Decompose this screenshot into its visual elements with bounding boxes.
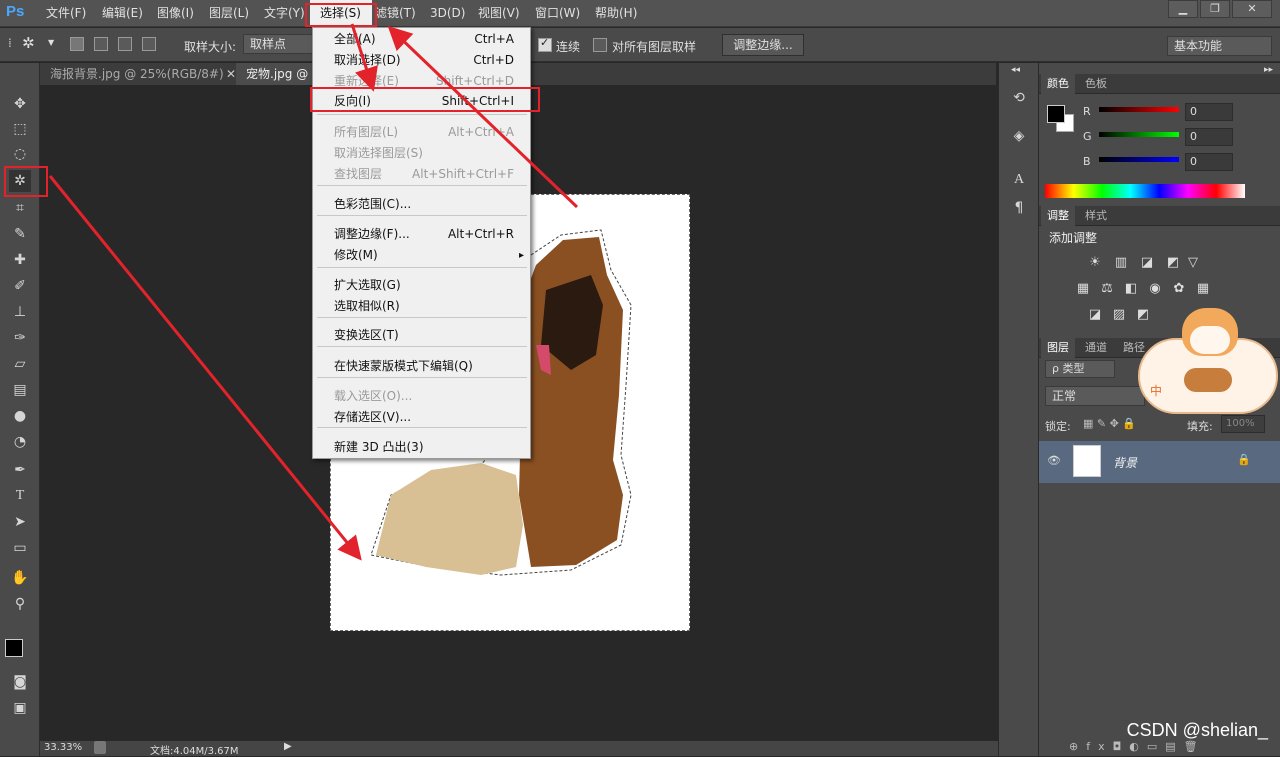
drumstick-icon <box>1184 368 1232 392</box>
fg-color-swatch[interactable] <box>1047 105 1065 123</box>
sticker-glyph-icon: 中 <box>1150 384 1163 398</box>
annotation-arrows <box>48 23 579 561</box>
watermark: CSDN @shelian_ <box>1126 720 1268 740</box>
shiba-sticker: 中 <box>1138 308 1278 414</box>
shiba-face <box>1190 326 1230 354</box>
